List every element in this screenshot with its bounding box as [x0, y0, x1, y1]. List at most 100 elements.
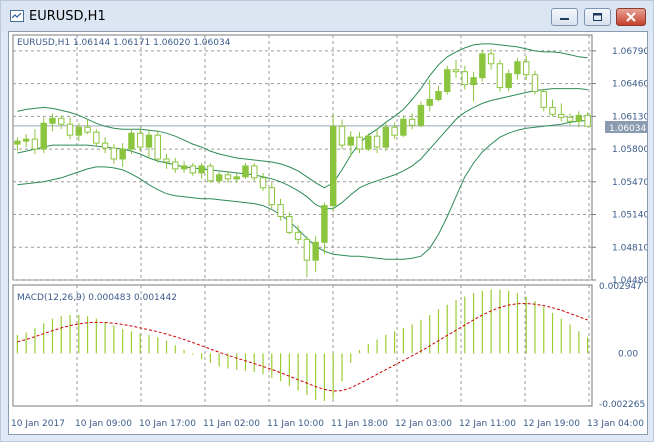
candle — [496, 59, 504, 92]
minimize-button[interactable] — [551, 8, 578, 26]
candle-body — [461, 71, 469, 86]
candle — [268, 182, 276, 209]
candle-body — [163, 158, 170, 163]
candle — [531, 70, 539, 95]
time-label: 10 Jan 09:00 — [75, 419, 132, 429]
candle-body — [303, 238, 311, 261]
candle-body — [549, 106, 556, 115]
candle-body — [522, 61, 530, 76]
time-label: 11 Jan 02:00 — [203, 419, 260, 429]
candle-body — [373, 135, 381, 148]
candle — [487, 48, 495, 70]
macd-tick-label: -0.002265 — [599, 400, 645, 410]
candle-body — [558, 113, 565, 118]
candle-body — [224, 174, 232, 180]
candle-body — [110, 147, 118, 160]
candle — [286, 212, 293, 235]
candle — [505, 69, 512, 92]
candle — [575, 111, 583, 128]
candle-body — [172, 161, 179, 170]
candle — [101, 137, 109, 154]
title-bar[interactable]: EURUSD,H1 — [1, 1, 653, 31]
candle — [426, 79, 433, 112]
candle — [259, 172, 267, 191]
close-icon — [626, 12, 636, 22]
candle-body — [496, 63, 504, 89]
minimize-icon — [560, 18, 569, 20]
candle — [233, 172, 240, 183]
maximize-button[interactable] — [584, 8, 611, 26]
candle — [119, 143, 126, 167]
candle-body — [487, 53, 495, 65]
candle — [452, 59, 460, 78]
candle — [540, 89, 547, 112]
candle — [321, 202, 328, 255]
macd-panel-frame — [12, 284, 593, 407]
candle-body — [145, 134, 153, 148]
candle — [444, 65, 451, 95]
candle-body — [426, 98, 433, 106]
candle — [514, 57, 521, 80]
chart-canvas[interactable]: EURUSD,H1 1.06144 1.06171 1.06020 1.0603… — [9, 32, 649, 434]
candle-body — [514, 61, 521, 75]
candle-body — [233, 176, 240, 180]
candle-body — [31, 138, 39, 150]
candle — [251, 162, 258, 181]
candle — [382, 123, 390, 152]
candle — [224, 170, 232, 183]
price-tick-label: 1.06790 — [612, 47, 647, 57]
time-label: 12 Jan 11:00 — [459, 419, 516, 429]
candle-body — [119, 148, 126, 160]
candle-body — [444, 69, 451, 93]
candle — [312, 236, 319, 273]
candle — [145, 129, 153, 158]
candle-body — [198, 165, 205, 174]
candle-body — [207, 165, 214, 182]
candle — [566, 113, 574, 126]
candle-body — [329, 125, 337, 207]
candle-body — [40, 122, 47, 150]
candle — [84, 119, 91, 135]
candle — [400, 115, 407, 138]
candle — [549, 99, 556, 117]
candle-body — [365, 135, 372, 150]
candle — [172, 157, 179, 173]
time-label: 12 Jan 19:00 — [523, 419, 580, 429]
candle — [584, 112, 591, 128]
candle-body — [66, 123, 74, 136]
current-price-label: 1.06034 — [609, 124, 646, 134]
candle — [435, 85, 442, 102]
candle-body — [321, 205, 328, 243]
candle-body — [391, 126, 398, 136]
candle-body — [584, 114, 591, 127]
candle-body — [93, 131, 100, 144]
time-label: 10 Jan 2017 — [11, 419, 65, 429]
close-button[interactable] — [616, 8, 646, 26]
candle — [180, 160, 188, 173]
candle-body — [382, 126, 390, 148]
chart-window: EURUSD,H1 EURUSD,H1 1.06144 1.06171 1.06… — [0, 0, 654, 442]
candle — [303, 236, 311, 278]
candle-body — [356, 136, 363, 150]
candle — [470, 71, 477, 102]
candle-body — [408, 118, 416, 126]
candle — [163, 154, 170, 169]
candle — [58, 115, 65, 130]
candle-body — [347, 136, 354, 146]
candle — [110, 144, 118, 164]
candle-body — [251, 165, 258, 179]
price-tick-label: 1.04810 — [612, 243, 647, 253]
candle-body — [14, 140, 21, 145]
macd-tick-label: 0.00 — [618, 349, 638, 359]
macd-axis: 0.002947 0.00 -0.002265 — [599, 282, 645, 410]
candle-body — [312, 241, 319, 261]
candle — [408, 113, 416, 130]
candle — [356, 132, 363, 154]
candle-body — [215, 174, 223, 182]
candle-body — [75, 126, 83, 136]
candle — [207, 162, 214, 183]
candle — [461, 65, 469, 90]
price-panel-frame — [12, 34, 593, 281]
candle-body — [136, 132, 144, 148]
chart-area[interactable]: EURUSD,H1 1.06144 1.06171 1.06020 1.0603… — [8, 31, 649, 435]
